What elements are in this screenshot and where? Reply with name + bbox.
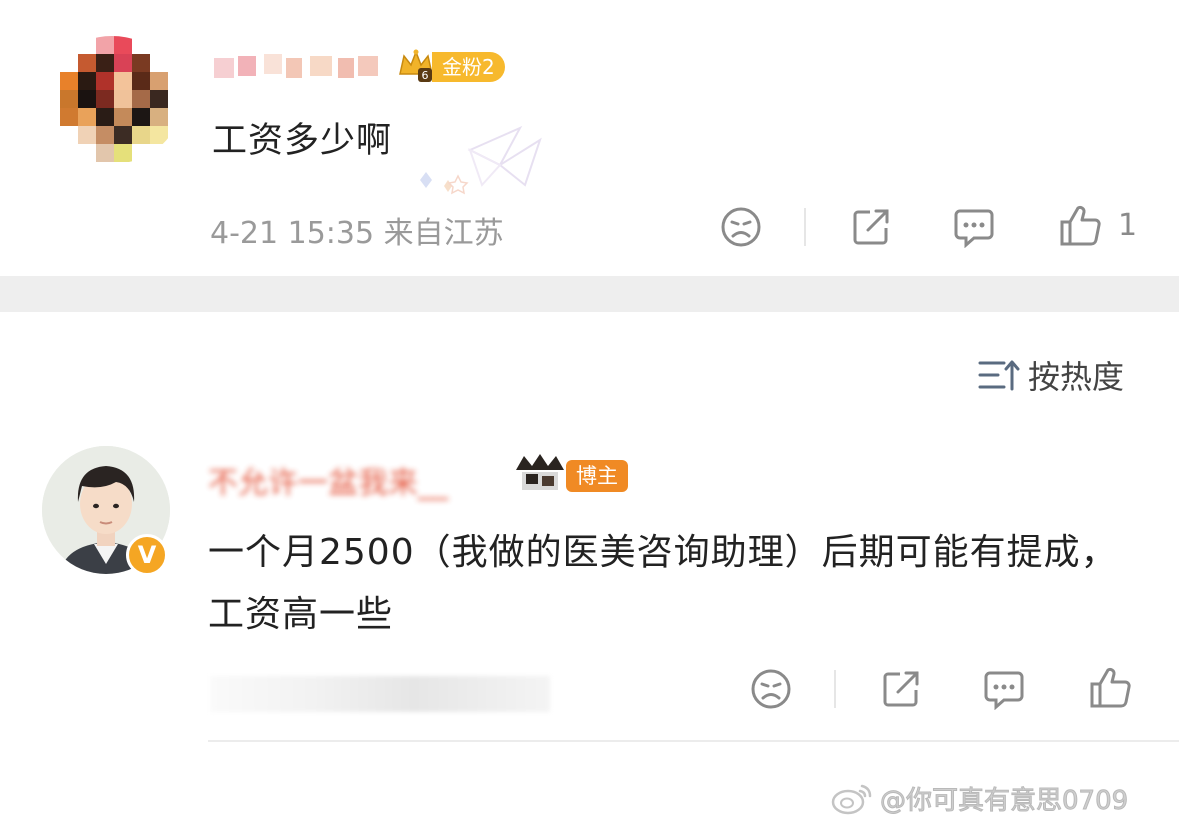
crown-avatar-icon: [516, 454, 564, 492]
dislike-face-icon[interactable]: [750, 668, 792, 710]
weibo-logo-icon: [831, 784, 872, 815]
crown-level-icon: 6: [399, 49, 433, 82]
blurred-meta: [210, 676, 550, 712]
comment-text: 一个月2500（我做的医美咨询助理）后期可能有提成，工资高一些: [208, 532, 1118, 635]
share-icon[interactable]: [880, 668, 922, 710]
weibo-watermark: @你可真有意思0709: [830, 776, 1129, 820]
dislike-face-icon[interactable]: [720, 206, 762, 248]
comment-separator: [208, 740, 1179, 742]
username-pixelated[interactable]: [214, 50, 384, 86]
comment-icon[interactable]: [982, 668, 1026, 710]
like-count: 1: [1118, 208, 1138, 243]
comment-icon[interactable]: [952, 206, 996, 248]
section-divider: [0, 276, 1179, 312]
fan-level-digit: 6: [422, 69, 429, 82]
watermark-text: @你可真有意思0709: [879, 785, 1129, 816]
avatar-pixelated[interactable]: [42, 36, 182, 164]
host-badge: 博主: [566, 460, 628, 492]
sort-label: 按热度: [1028, 358, 1125, 396]
comment-text: 工资多少啊: [212, 121, 393, 161]
share-icon[interactable]: [850, 206, 892, 248]
sort-icon: [978, 360, 1020, 391]
action-divider: [804, 208, 806, 246]
sort-by-hot-button[interactable]: 按热度: [978, 352, 1124, 398]
action-divider: [834, 670, 836, 708]
like-thumb-icon[interactable]: [1088, 666, 1132, 710]
like-thumb-icon[interactable]: [1058, 204, 1102, 248]
fan-badge: 金粉2: [432, 52, 505, 82]
username[interactable]: 不允许一盆我来__: [208, 458, 448, 502]
paper-crane-decoration-icon: [420, 125, 542, 195]
verified-badge: V: [126, 534, 168, 576]
comment-meta: 4-21 15:35 来自江苏: [210, 216, 504, 251]
